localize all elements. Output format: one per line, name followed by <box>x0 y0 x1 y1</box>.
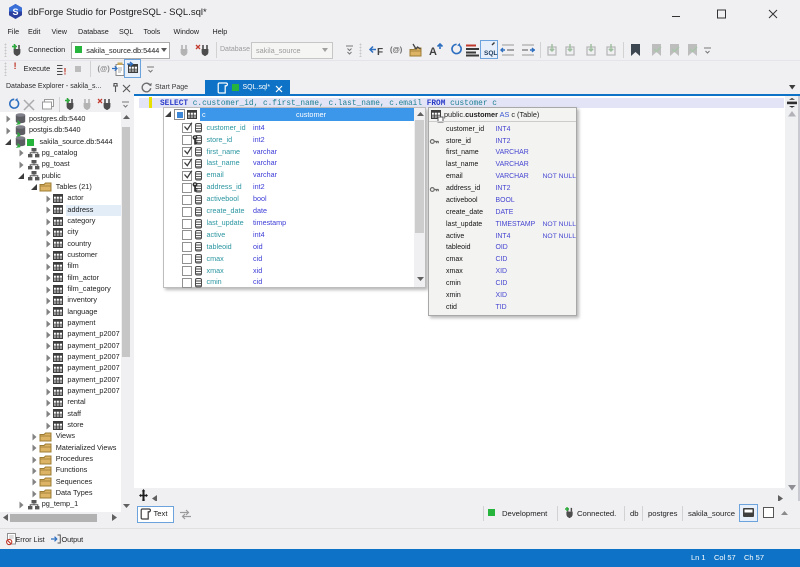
svg-text:!: ! <box>63 66 66 76</box>
svg-text:SQL: SQL <box>484 50 497 57</box>
svg-text:S: S <box>12 7 18 17</box>
svg-text:A: A <box>429 46 437 58</box>
svg-text:F: F <box>377 47 383 58</box>
